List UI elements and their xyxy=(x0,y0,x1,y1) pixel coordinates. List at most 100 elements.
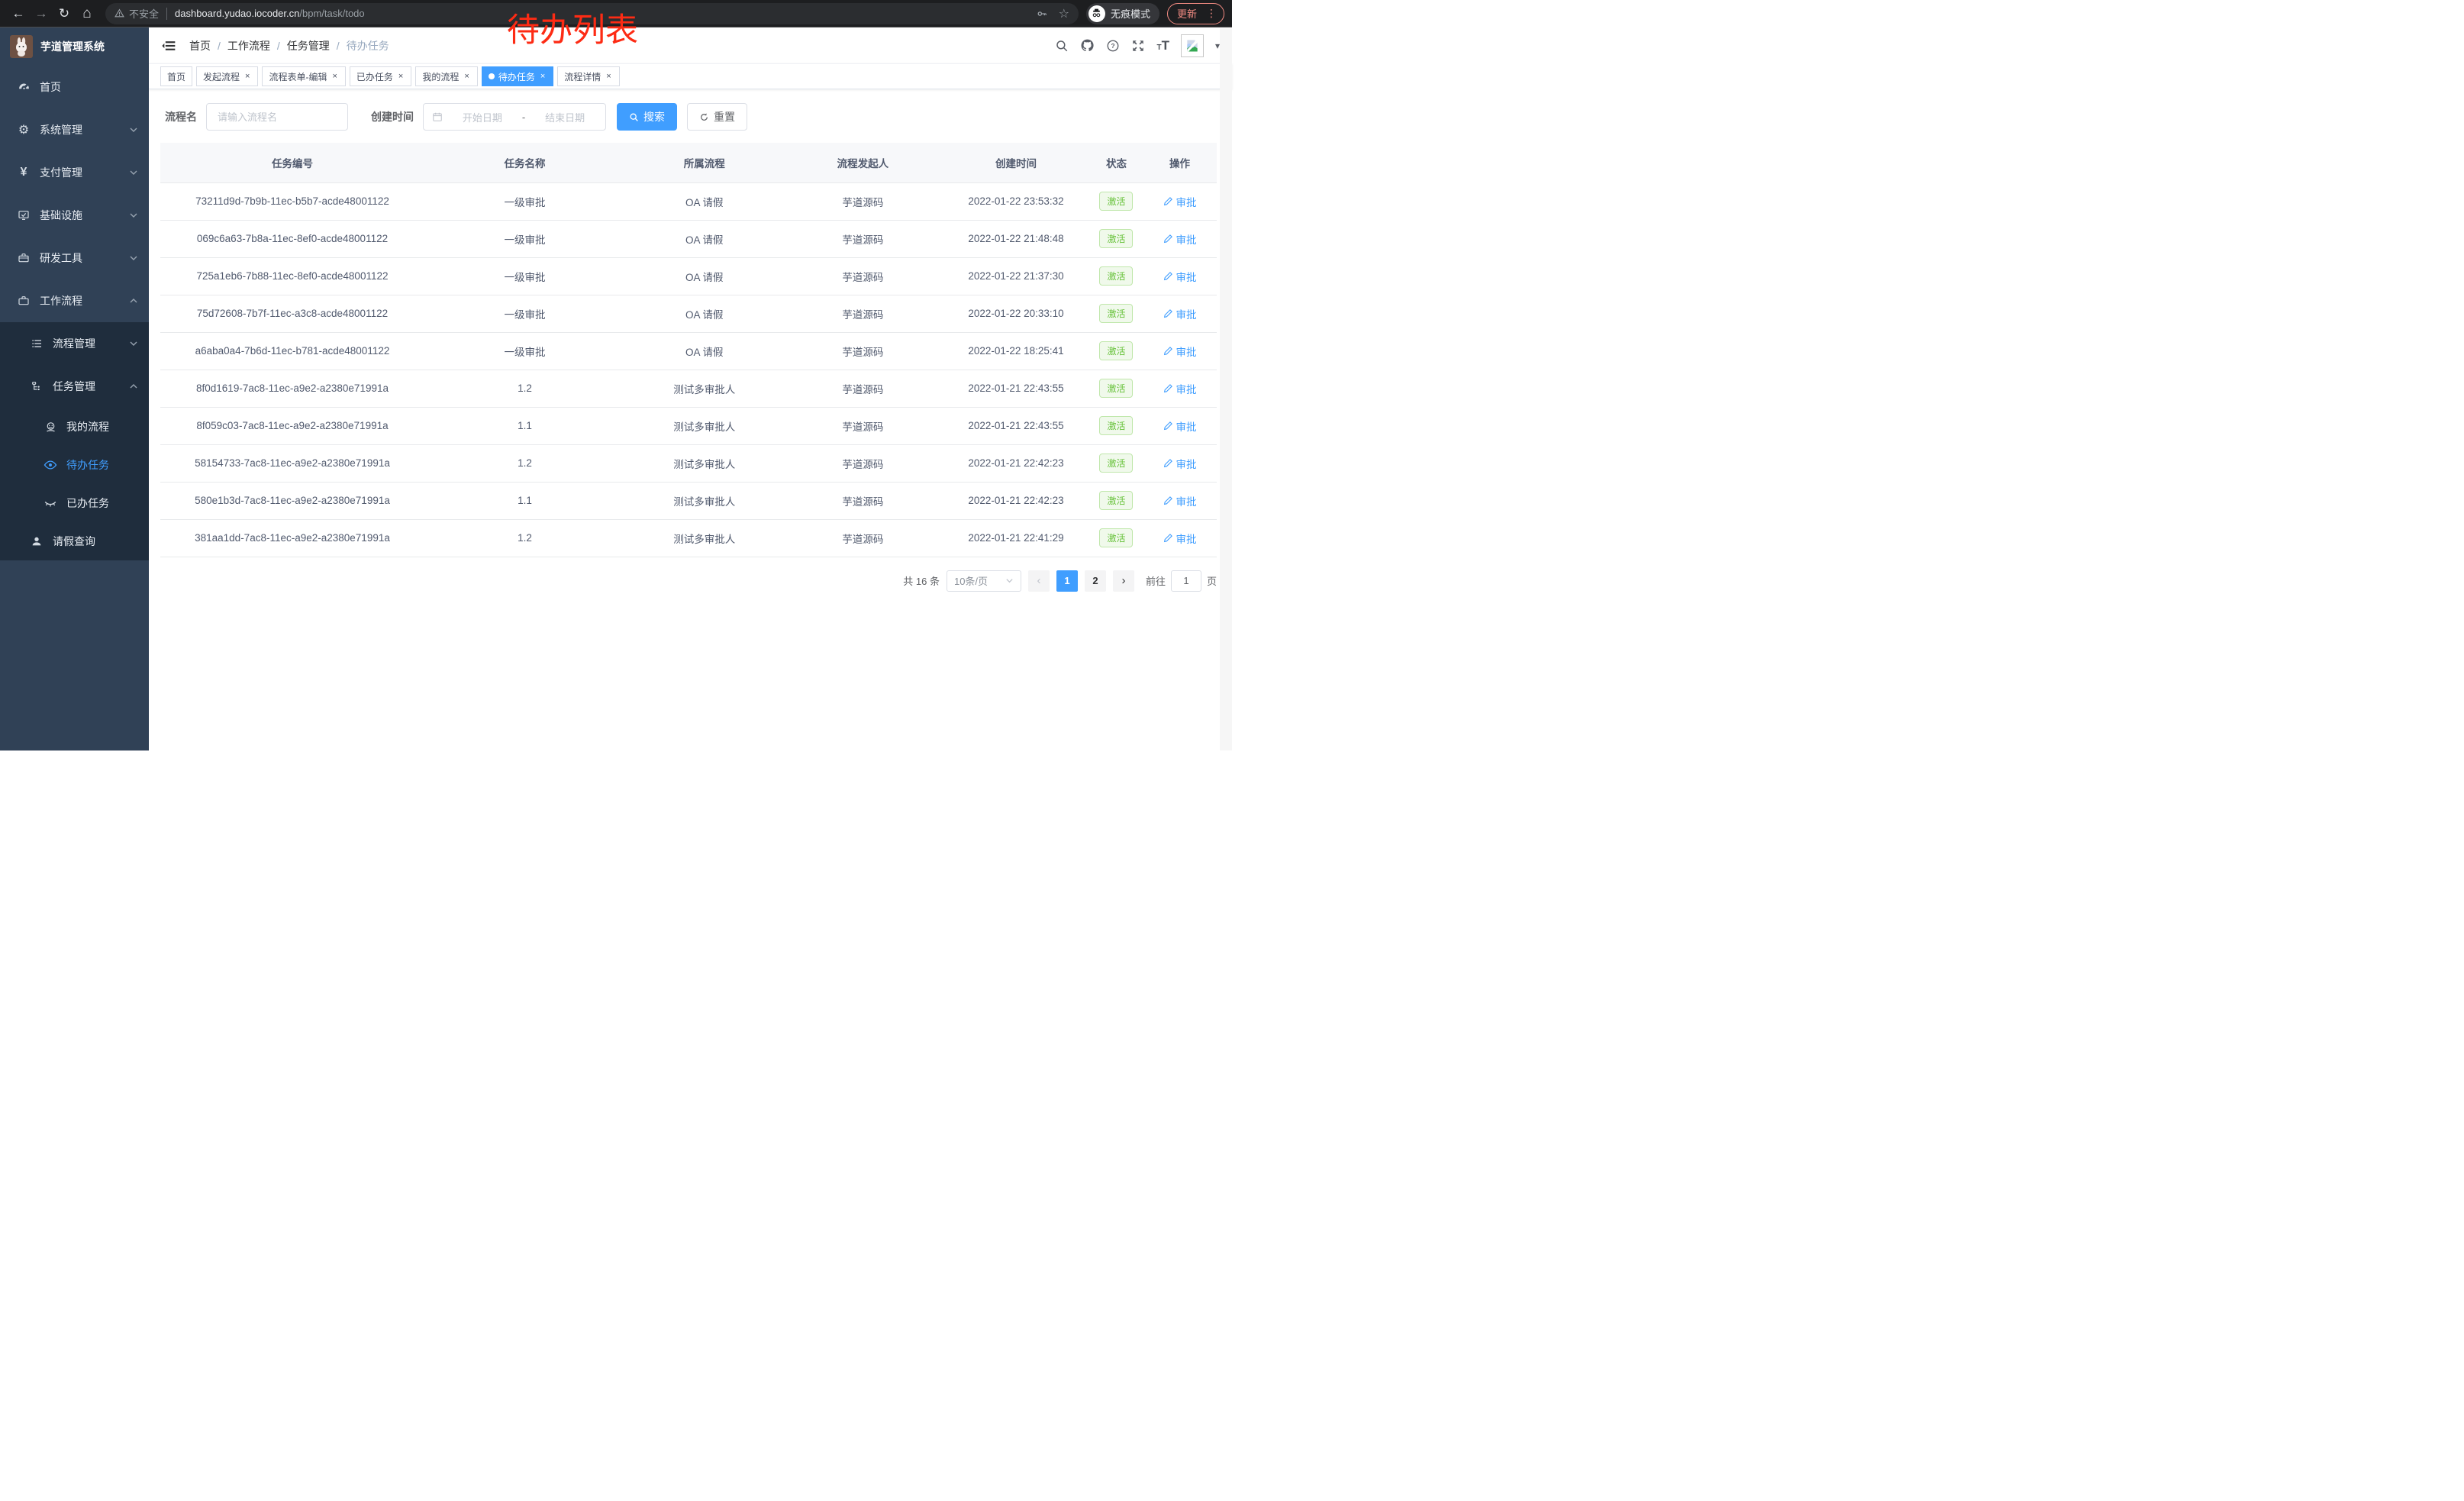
sidebar-item-done-tasks[interactable]: 已办任务 xyxy=(0,484,149,522)
starter-cell: 芋道源码 xyxy=(784,295,943,332)
breadcrumb-separator: / xyxy=(218,40,221,52)
approve-link[interactable]: 审批 xyxy=(1163,531,1197,546)
status-badge: 激活 xyxy=(1099,379,1133,398)
tab-close-icon[interactable]: × xyxy=(539,72,547,82)
browser-home-icon[interactable]: ⌂ xyxy=(76,3,98,24)
status-badge: 激活 xyxy=(1099,491,1133,510)
process-cell: OA 请假 xyxy=(625,182,784,220)
approve-link[interactable]: 审批 xyxy=(1163,231,1197,247)
sidebar-item-task-mgmt[interactable]: 任务管理 xyxy=(0,365,149,408)
page-size-value: 10条/页 xyxy=(954,573,988,588)
view-tab[interactable]: 我的流程 × xyxy=(415,66,477,86)
browser-menu-icon[interactable]: ⋮ xyxy=(1204,7,1219,20)
tab-close-icon[interactable]: × xyxy=(397,72,405,82)
create-time-cell: 2022-01-21 22:43:55 xyxy=(942,407,1090,444)
update-label[interactable]: 更新 xyxy=(1177,6,1197,21)
bookmark-star-icon[interactable]: ☆ xyxy=(1059,6,1069,21)
goto-page-input[interactable] xyxy=(1171,570,1201,592)
process-name-input[interactable] xyxy=(206,103,348,131)
tab-label: 待办任务 xyxy=(498,70,535,83)
page-number-button[interactable]: 1 xyxy=(1056,570,1078,592)
approve-link[interactable]: 审批 xyxy=(1163,381,1197,396)
sidebar-item-process-mgmt[interactable]: 流程管理 xyxy=(0,322,149,365)
task-name-cell: 一级审批 xyxy=(424,182,625,220)
divider xyxy=(166,8,167,20)
view-tab[interactable]: 待办任务 × xyxy=(482,66,553,86)
task-id-cell: a6aba0a4-7b6d-11ec-b781-acde48001122 xyxy=(160,332,424,370)
help-icon[interactable]: ? xyxy=(1106,39,1120,53)
view-tab[interactable]: 首页 × xyxy=(160,66,192,86)
sidebar-item-leave-query[interactable]: 请假查询 xyxy=(0,522,149,560)
sidebar-collapse-icon[interactable] xyxy=(161,38,176,53)
tab-close-icon[interactable]: × xyxy=(463,72,470,82)
search-icon[interactable] xyxy=(1055,39,1069,53)
fullscreen-icon[interactable] xyxy=(1131,39,1145,53)
sidebar-item-todo-tasks[interactable]: 待办任务 xyxy=(0,446,149,484)
reset-button[interactable]: 重置 xyxy=(687,103,747,131)
breadcrumb-separator: / xyxy=(337,40,340,52)
security-warning[interactable]: 不安全 xyxy=(114,6,159,21)
edit-pen-icon xyxy=(1163,421,1173,431)
briefcase-icon xyxy=(17,295,31,307)
browser-update-button[interactable]: 更新 ⋮ xyxy=(1167,3,1224,24)
task-id-cell: 580e1b3d-7ac8-11ec-a9e2-a2380e71991a xyxy=(160,482,424,519)
tab-close-icon[interactable]: × xyxy=(243,72,251,82)
app-logo[interactable]: 芋道管理系统 xyxy=(0,27,149,66)
process-cell: OA 请假 xyxy=(625,220,784,257)
font-size-icon[interactable]: TT xyxy=(1156,39,1169,52)
github-icon[interactable] xyxy=(1080,38,1095,53)
sidebar-item-infra[interactable]: 基础设施 xyxy=(0,194,149,237)
browser-reload-icon[interactable]: ↻ xyxy=(53,3,75,24)
date-range-picker[interactable]: 开始日期 - 结束日期 xyxy=(423,103,606,131)
address-bar[interactable]: 不安全 dashboard.yudao.iocoder.cn/bpm/task/… xyxy=(105,3,1079,24)
view-tab[interactable]: 流程详情 × xyxy=(557,66,619,86)
dashboard-gauge-icon xyxy=(17,81,31,94)
approve-link[interactable]: 审批 xyxy=(1163,493,1197,508)
view-tab[interactable]: 发起流程 × xyxy=(196,66,258,86)
password-key-icon[interactable] xyxy=(1036,8,1048,20)
url-host: dashboard.yudao.iocoder.cn xyxy=(175,8,299,19)
search-button[interactable]: 搜索 xyxy=(617,103,677,131)
approve-link[interactable]: 审批 xyxy=(1163,344,1197,359)
breadcrumb-item[interactable]: 首页 xyxy=(189,38,211,53)
eye-icon xyxy=(44,458,57,472)
page-size-select[interactable]: 10条/页 xyxy=(947,570,1021,592)
breadcrumb-item[interactable]: 待办任务 xyxy=(347,38,389,53)
breadcrumb-item[interactable]: 任务管理 xyxy=(287,38,330,53)
sidebar-item-home[interactable]: 首页 xyxy=(0,66,149,108)
approve-link[interactable]: 审批 xyxy=(1163,418,1197,434)
toolbox-icon xyxy=(17,252,31,264)
sidebar-item-system[interactable]: ⚙ 系统管理 xyxy=(0,108,149,151)
prev-page-button[interactable]: ‹ xyxy=(1028,570,1050,592)
tab-close-icon[interactable]: × xyxy=(331,72,338,82)
breadcrumb-item[interactable]: 工作流程 xyxy=(227,38,270,53)
create-time-cell: 2022-01-21 22:41:29 xyxy=(942,519,1090,557)
svg-text:?: ? xyxy=(1111,43,1115,50)
tab-close-icon[interactable]: × xyxy=(605,72,612,82)
sidebar-item-dev[interactable]: 研发工具 xyxy=(0,237,149,279)
avatar[interactable] xyxy=(1181,34,1204,57)
process-cell: 测试多审批人 xyxy=(625,444,784,482)
view-tab[interactable]: 流程表单-编辑 × xyxy=(262,66,345,86)
view-tab[interactable]: 已办任务 × xyxy=(350,66,411,86)
browser-forward-icon[interactable]: → xyxy=(31,3,52,24)
approve-link[interactable]: 审批 xyxy=(1163,194,1197,209)
approve-link[interactable]: 审批 xyxy=(1163,269,1197,284)
edit-pen-icon xyxy=(1163,271,1173,281)
table-row: 725a1eb6-7b88-11ec-8ef0-acde48001122 一级审… xyxy=(160,257,1217,295)
table-row: 75d72608-7b7f-11ec-a3c8-acde48001122 一级审… xyxy=(160,295,1217,332)
approve-link[interactable]: 审批 xyxy=(1163,306,1197,321)
task-name-cell: 一级审批 xyxy=(424,295,625,332)
page-scrollbar[interactable] xyxy=(1220,28,1232,750)
page-number-button[interactable]: 2 xyxy=(1085,570,1106,592)
sidebar-item-pay[interactable]: ¥ 支付管理 xyxy=(0,151,149,194)
approve-link[interactable]: 审批 xyxy=(1163,456,1197,471)
next-page-button[interactable]: › xyxy=(1113,570,1134,592)
browser-back-icon[interactable]: ← xyxy=(8,3,29,24)
chevron-up-icon xyxy=(129,382,138,391)
browser-toolbar: ← → ↻ ⌂ 不安全 dashboard.yudao.iocoder.cn/b… xyxy=(0,0,1232,27)
sidebar-item-my-process[interactable]: 我的流程 xyxy=(0,408,149,446)
sidebar-item-label: 流程管理 xyxy=(53,336,95,351)
process-cell: 测试多审批人 xyxy=(625,519,784,557)
sidebar-item-workflow[interactable]: 工作流程 xyxy=(0,279,149,322)
